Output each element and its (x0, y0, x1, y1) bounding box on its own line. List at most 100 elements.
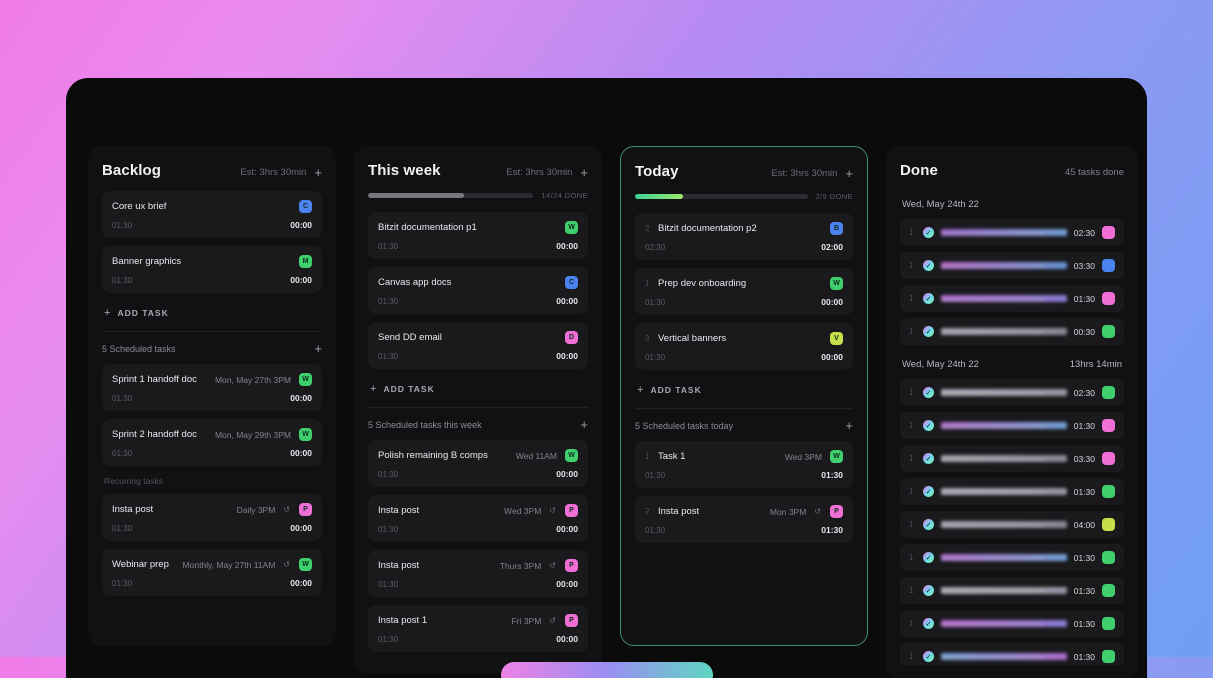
task-bottom: 01:30 00:00 (112, 393, 312, 403)
task-timer: 00:00 (821, 352, 843, 362)
add-icon[interactable]: + (845, 167, 853, 180)
done-time: 01:30 (1073, 585, 1095, 596)
progress-track (368, 193, 534, 198)
task-top: Webinar prep Monthly, May 27th 11AM ↺ W (112, 558, 312, 571)
avatar (1102, 292, 1115, 305)
redacted-task-name (941, 422, 1067, 429)
done-list[interactable]: Wed, May 24th 22 1 ✓ 02:30 1 ✓ 03:30 1 ✓… (900, 195, 1124, 665)
task-index: 1 (909, 327, 914, 336)
backlog-task-list: Core ux brief C 01:30 00:00 Banner graph… (102, 191, 322, 293)
add-scheduled-icon[interactable]: + (845, 419, 853, 432)
done-row[interactable]: 1 ✓ 01:30 (900, 544, 1124, 571)
task-estimate: 01:30 (378, 524, 399, 534)
done-row[interactable]: 1 ✓ 01:30 (900, 577, 1124, 604)
scheduled-task-row[interactable]: Insta post Thurs 3PM ↺ P 01:30 00:00 (368, 550, 588, 597)
column-title: This week (368, 162, 441, 179)
progress-fill (368, 193, 464, 198)
task-estimate: 02:30 (645, 242, 666, 252)
task-timer: 00:00 (290, 523, 312, 533)
divider (368, 407, 588, 408)
task-top: 1 Task 1 Wed 3PM W (645, 450, 843, 463)
scheduled-task-row[interactable]: Polish remaining B comps Wed 11AM W 01:3… (368, 440, 588, 487)
task-top: Polish remaining B comps Wed 11AM W (378, 449, 578, 462)
task-top: Insta post 1 Fri 3PM ↺ P (378, 614, 578, 627)
done-row[interactable]: 1 ✓ 01:30 (900, 643, 1124, 665)
task-schedule: Mon, May 29th 3PM (214, 429, 291, 440)
task-row[interactable]: Core ux brief C 01:30 00:00 (102, 191, 322, 238)
task-top: 2 Bitzit documentation p2 B (645, 222, 843, 235)
add-task-button[interactable]: + ADD TASK (635, 378, 853, 400)
task-top: Bitzit documentation p1 W (378, 221, 578, 234)
task-row[interactable]: Send DD email D 01:30 00:00 (368, 322, 588, 369)
avatar: W (565, 221, 578, 234)
add-scheduled-icon[interactable]: + (580, 418, 588, 431)
done-group-header: Wed, May 24th 22 13hrs 14min (902, 359, 1122, 370)
task-estimate: 01:30 (645, 297, 666, 307)
add-icon[interactable]: + (580, 166, 588, 179)
add-task-button[interactable]: + ADD TASK (368, 377, 588, 399)
done-row[interactable]: 1 ✓ 01:30 (900, 412, 1124, 439)
done-row[interactable]: 1 ✓ 01:30 (900, 285, 1124, 312)
task-schedule: Daily 3PM (236, 504, 276, 515)
task-timer: 00:00 (556, 469, 578, 479)
task-row[interactable]: Banner graphics M 01:30 00:00 (102, 246, 322, 293)
done-row[interactable]: 1 ✓ 03:30 (900, 445, 1124, 472)
task-name: Core ux brief (112, 201, 167, 212)
task-estimate: 01:30 (112, 275, 133, 285)
scheduled-title: 5 Scheduled tasks (102, 343, 176, 354)
scheduled-task-row[interactable]: 1 Task 1 Wed 3PM W 01:30 01:30 (635, 441, 853, 488)
done-row[interactable]: 1 ✓ 02:30 (900, 219, 1124, 246)
task-top: 1 Prep dev onboarding W (645, 277, 843, 290)
task-name: Polish remaining B comps (378, 450, 488, 461)
task-index: 2 (645, 507, 650, 516)
scheduled-task-row[interactable]: Sprint 2 handoff doc Mon, May 29th 3PM W… (102, 419, 322, 466)
task-row[interactable]: 3 Vertical banners V 01:30 00:00 (635, 323, 853, 370)
task-bottom: 01:30 00:00 (378, 524, 578, 534)
done-row[interactable]: 1 ✓ 00:30 (900, 318, 1124, 345)
progress-track (635, 194, 808, 199)
done-time: 04:00 (1073, 519, 1095, 530)
task-top: Send DD email D (378, 331, 578, 344)
task-bottom: 01:30 00:00 (112, 523, 312, 533)
task-name: Insta post (378, 505, 420, 516)
done-group-total: 13hrs 14min (1069, 359, 1122, 370)
done-row[interactable]: 1 ✓ 02:30 (900, 379, 1124, 406)
recurring-icon: ↺ (549, 616, 556, 625)
task-timer: 00:00 (556, 524, 578, 534)
this-week-header: This week Est: 3hrs 30min + (368, 162, 588, 179)
done-row[interactable]: 1 ✓ 03:30 (900, 252, 1124, 279)
scheduled-task-row[interactable]: 2 Insta post Mon 3PM ↺ P 01:30 01:30 (635, 496, 853, 543)
check-icon: ✓ (923, 227, 934, 238)
scheduled-task-row[interactable]: Insta post Wed 3PM ↺ P 01:30 00:00 (368, 495, 588, 542)
avatar: P (830, 505, 843, 518)
task-row[interactable]: 2 Bitzit documentation p2 B 02:30 02:00 (635, 213, 853, 260)
done-row[interactable]: 1 ✓ 01:30 (900, 478, 1124, 505)
task-index: 1 (909, 228, 914, 237)
task-index: 1 (909, 553, 914, 562)
task-index: 1 (645, 279, 650, 288)
done-header: Done 45 tasks done (900, 162, 1124, 179)
add-icon[interactable]: + (314, 166, 322, 179)
done-time: 01:30 (1073, 420, 1095, 431)
scheduled-header: 5 Scheduled tasks + (102, 342, 322, 355)
add-task-label: ADD TASK (117, 308, 169, 318)
task-timer: 00:00 (290, 275, 312, 285)
plus-icon: + (104, 307, 112, 319)
scheduled-task-row[interactable]: Insta post 1 Fri 3PM ↺ P 01:30 00:00 (368, 605, 588, 652)
recurring-task-row[interactable]: Webinar prep Monthly, May 27th 11AM ↺ W … (102, 549, 322, 596)
add-scheduled-icon[interactable]: + (314, 342, 322, 355)
task-top: Core ux brief C (112, 200, 312, 213)
divider (102, 331, 322, 332)
scheduled-task-row[interactable]: Sprint 1 handoff doc Mon, May 27th 3PM W… (102, 364, 322, 411)
task-name: Webinar prep (112, 559, 169, 570)
add-task-button[interactable]: + ADD TASK (102, 301, 322, 323)
done-row[interactable]: 1 ✓ 01:30 (900, 610, 1124, 637)
task-row[interactable]: 1 Prep dev onboarding W 01:30 00:00 (635, 268, 853, 315)
recurring-task-row[interactable]: Insta post Daily 3PM ↺ P 01:30 00:00 (102, 494, 322, 541)
floating-action-pill[interactable] (500, 662, 713, 678)
done-row[interactable]: 1 ✓ 04:00 (900, 511, 1124, 538)
task-row[interactable]: Bitzit documentation p1 W 01:30 00:00 (368, 212, 588, 259)
task-row[interactable]: Canvas app docs C 01:30 00:00 (368, 267, 588, 314)
backlog-header-meta: Est: 3hrs 30min + (240, 166, 322, 179)
avatar: D (565, 331, 578, 344)
